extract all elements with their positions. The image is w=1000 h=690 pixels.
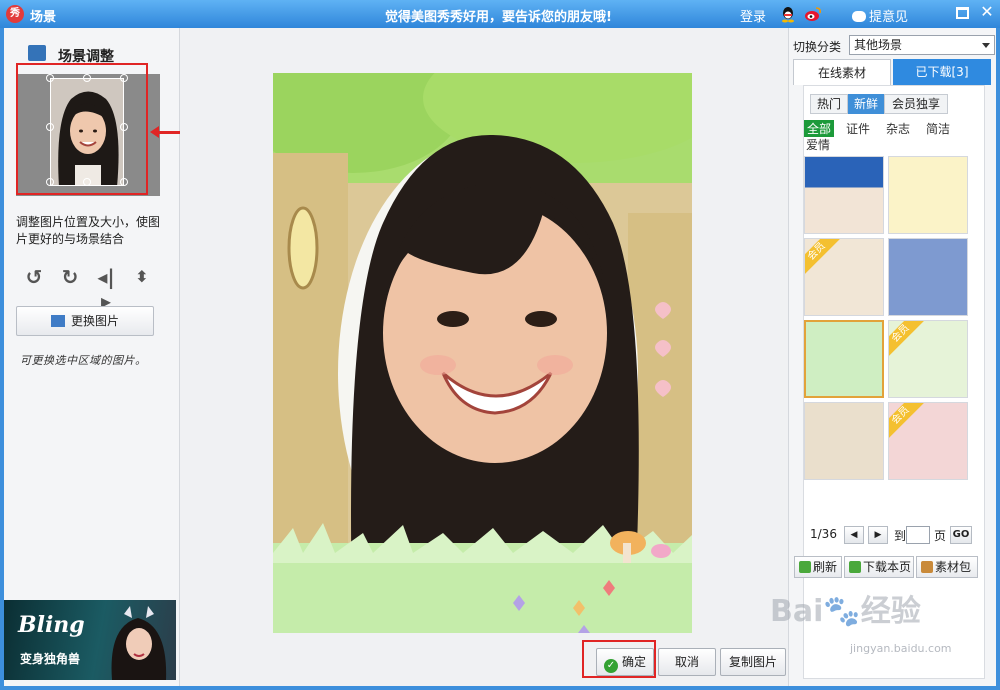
scene-preview[interactable] bbox=[273, 73, 692, 633]
page-indicator: 1/36 bbox=[810, 527, 837, 541]
go-button[interactable]: GO bbox=[950, 526, 972, 544]
watermark-url: jingyan.baidu.com bbox=[850, 642, 952, 655]
title-bar: 秀 场景 觉得美图秀秀好用，要告诉您的朋友哦! 登录 提意见 ✕ bbox=[0, 0, 1000, 28]
category-value: 其他场景 bbox=[854, 38, 903, 52]
hint-text: 调整图片位置及大小，使图片更好的与场景结合 bbox=[16, 215, 161, 246]
rotate-right-icon[interactable]: ↻ bbox=[58, 265, 82, 289]
material-pack-button[interactable]: 素材包 bbox=[916, 556, 978, 578]
package-icon bbox=[921, 561, 933, 573]
flip-vertical-icon[interactable]: ⬍ bbox=[130, 265, 154, 289]
ad-banner[interactable]: Bling 变身独角兽 bbox=[4, 600, 176, 680]
category-label: 切换分类 bbox=[793, 40, 842, 54]
scene-adjust-icon bbox=[28, 45, 46, 61]
refresh-label: 刷新 bbox=[813, 560, 838, 574]
sub-filter-simple[interactable]: 简洁 bbox=[926, 120, 950, 137]
page-input[interactable] bbox=[906, 526, 930, 544]
annotation-box bbox=[16, 63, 148, 195]
login-link[interactable]: 登录 bbox=[740, 6, 766, 25]
goto-prefix: 到 bbox=[894, 529, 907, 543]
member-badge: 会员 bbox=[889, 403, 925, 440]
filter-new[interactable]: 新鲜 bbox=[848, 94, 884, 114]
image-icon bbox=[50, 315, 65, 327]
scene-thumb-selected[interactable] bbox=[804, 320, 884, 398]
scene-thumb[interactable] bbox=[888, 156, 968, 234]
member-badge: 会员 bbox=[889, 321, 925, 358]
goto-suffix: 页 bbox=[934, 529, 947, 543]
annotation-box bbox=[582, 640, 656, 678]
material-pack-label: 素材包 bbox=[935, 560, 972, 574]
refresh-icon bbox=[799, 561, 811, 573]
rotate-left-icon[interactable]: ↺ bbox=[22, 265, 46, 289]
member-badge: 会员 bbox=[805, 239, 841, 276]
scene-thumb[interactable]: 会员 bbox=[888, 320, 968, 398]
ad-portrait bbox=[111, 606, 167, 680]
filter-hot[interactable]: 热门 bbox=[810, 94, 848, 114]
left-panel: 场景调整 调整图片位置及大小，使图片更好的与场景结合 ↺ ↻ ◂|▸ ⬍ 更换图… bbox=[4, 28, 190, 686]
slogan: 觉得美图秀秀好用，要告诉您的朋友哦! bbox=[385, 10, 612, 25]
download-page-label: 下载本页 bbox=[863, 560, 912, 574]
transform-tools: ↺ ↻ ◂|▸ ⬍ bbox=[22, 265, 162, 313]
sub-filter-love[interactable]: 爱情 bbox=[806, 136, 830, 153]
weibo-icon[interactable] bbox=[804, 6, 822, 22]
next-page-button[interactable]: ▶ bbox=[868, 526, 888, 544]
action-row: 刷新 下载本页 素材包 bbox=[794, 556, 986, 578]
scene-thumb[interactable]: 会员 bbox=[888, 402, 968, 480]
tab-downloaded[interactable]: 已下载[3] bbox=[893, 59, 991, 85]
handwritten-note: 可更换选中区域的图片。 bbox=[20, 354, 147, 367]
sub-filter-all[interactable]: 全部 bbox=[804, 120, 835, 137]
category-select[interactable]: 其他场景 bbox=[849, 35, 995, 55]
replace-label: 更换图片 bbox=[70, 314, 119, 328]
canvas-area: ✓ 确定 取消 复制图片 bbox=[180, 28, 788, 686]
chevron-down-icon bbox=[982, 43, 990, 48]
feedback-label: 提意见 bbox=[869, 10, 909, 25]
scene-thumb[interactable] bbox=[888, 238, 968, 316]
scene-grid: 会员 会员 会员 bbox=[804, 156, 986, 496]
ad-title: Bling bbox=[18, 612, 85, 638]
tab-online[interactable]: 在线素材 bbox=[793, 59, 891, 85]
scene-thumb[interactable] bbox=[804, 402, 884, 480]
pager: 1/36 ◀ ▶ 到 页 GO bbox=[810, 526, 982, 544]
download-page-button[interactable]: 下载本页 bbox=[844, 556, 914, 578]
sub-filter-id[interactable]: 证件 bbox=[846, 120, 870, 137]
flip-horizontal-icon[interactable]: ◂|▸ bbox=[94, 265, 118, 313]
replace-image-button[interactable]: 更换图片 bbox=[16, 306, 154, 336]
feedback-button[interactable]: 提意见 bbox=[852, 6, 908, 25]
app-logo-icon: 秀 bbox=[6, 5, 24, 23]
cancel-button[interactable]: 取消 bbox=[658, 648, 716, 676]
refresh-button[interactable]: 刷新 bbox=[794, 556, 842, 578]
close-button[interactable]: ✕ bbox=[978, 3, 996, 21]
watermark: Bai🐾经验 bbox=[770, 594, 921, 629]
chat-bubble-icon bbox=[852, 11, 866, 22]
scene-thumb[interactable]: 会员 bbox=[804, 238, 884, 316]
source-tabs: 在线素材 已下载[3] bbox=[793, 59, 993, 85]
ad-subtitle: 变身独角兽 bbox=[20, 652, 81, 666]
sub-filter-magazine[interactable]: 杂志 bbox=[886, 120, 910, 137]
qq-icon[interactable] bbox=[780, 5, 796, 23]
copy-image-button[interactable]: 复制图片 bbox=[720, 648, 786, 676]
filter-member[interactable]: 会员独享 bbox=[884, 94, 948, 114]
maximize-button[interactable] bbox=[956, 7, 969, 19]
prev-page-button[interactable]: ◀ bbox=[844, 526, 864, 544]
scene-thumb[interactable] bbox=[804, 156, 884, 234]
download-icon bbox=[849, 561, 861, 573]
window-title: 场景 bbox=[30, 10, 57, 25]
